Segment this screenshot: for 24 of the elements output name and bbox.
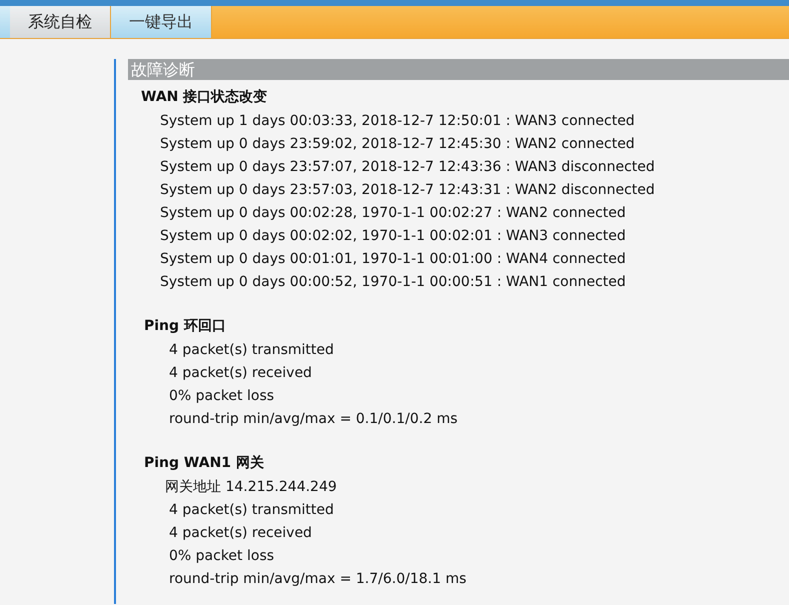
panel-title: 故障诊断 <box>128 59 789 80</box>
section-title: WAN 接口状态改变 <box>140 88 268 107</box>
log-line: 0% packet loss <box>168 387 276 406</box>
log-line: System up 0 days 23:59:02, 2018-12-7 12:45:30 : WAN2 connected <box>159 135 636 154</box>
log-line: System up 0 days 00:02:02, 1970-1-1 00:02:01 : WAN3 connected <box>159 227 627 246</box>
log-line: 4 packet(s) received <box>168 524 313 543</box>
tab[interactable]: 系统自检 <box>10 6 111 38</box>
log-line: 4 packet(s) transmitted <box>168 501 335 520</box>
tab[interactable]: 一键导出 <box>111 6 212 38</box>
log-line: System up 0 days 00:02:28, 1970-1-1 00:02:27 : WAN2 connected <box>159 204 627 223</box>
tab-stub <box>0 6 10 38</box>
log-line: 4 packet(s) received <box>168 364 313 383</box>
log-line: round-trip min/avg/max = 1.7/6.0/18.1 ms <box>168 570 468 589</box>
log-line: System up 0 days 00:00:52, 1970-1-1 00:00:51 : WAN1 connected <box>159 273 627 292</box>
log-line: round-trip min/avg/max = 0.1/0.1/0.2 ms <box>168 410 458 429</box>
log-line: System up 0 days 00:01:01, 1970-1-1 00:01:00 : WAN4 connected <box>159 250 627 269</box>
log-line: 4 packet(s) transmitted <box>168 341 335 360</box>
log-line: System up 1 days 00:03:33, 2018-12-7 12:50:01 : WAN3 connected <box>159 112 636 131</box>
log-line: System up 0 days 23:57:03, 2018-12-7 12:43:31 : WAN2 disconnected <box>159 181 656 200</box>
gateway-address: 网关地址 14.215.244.249 <box>164 478 338 497</box>
section-title: Ping WAN1 网关 <box>143 454 265 473</box>
log-line: 0% packet loss <box>168 547 276 566</box>
log-line: System up 0 days 23:57:07, 2018-12-7 12:43:36 : WAN3 disconnected <box>159 158 656 177</box>
section-title: Ping 环回口 <box>143 317 227 336</box>
